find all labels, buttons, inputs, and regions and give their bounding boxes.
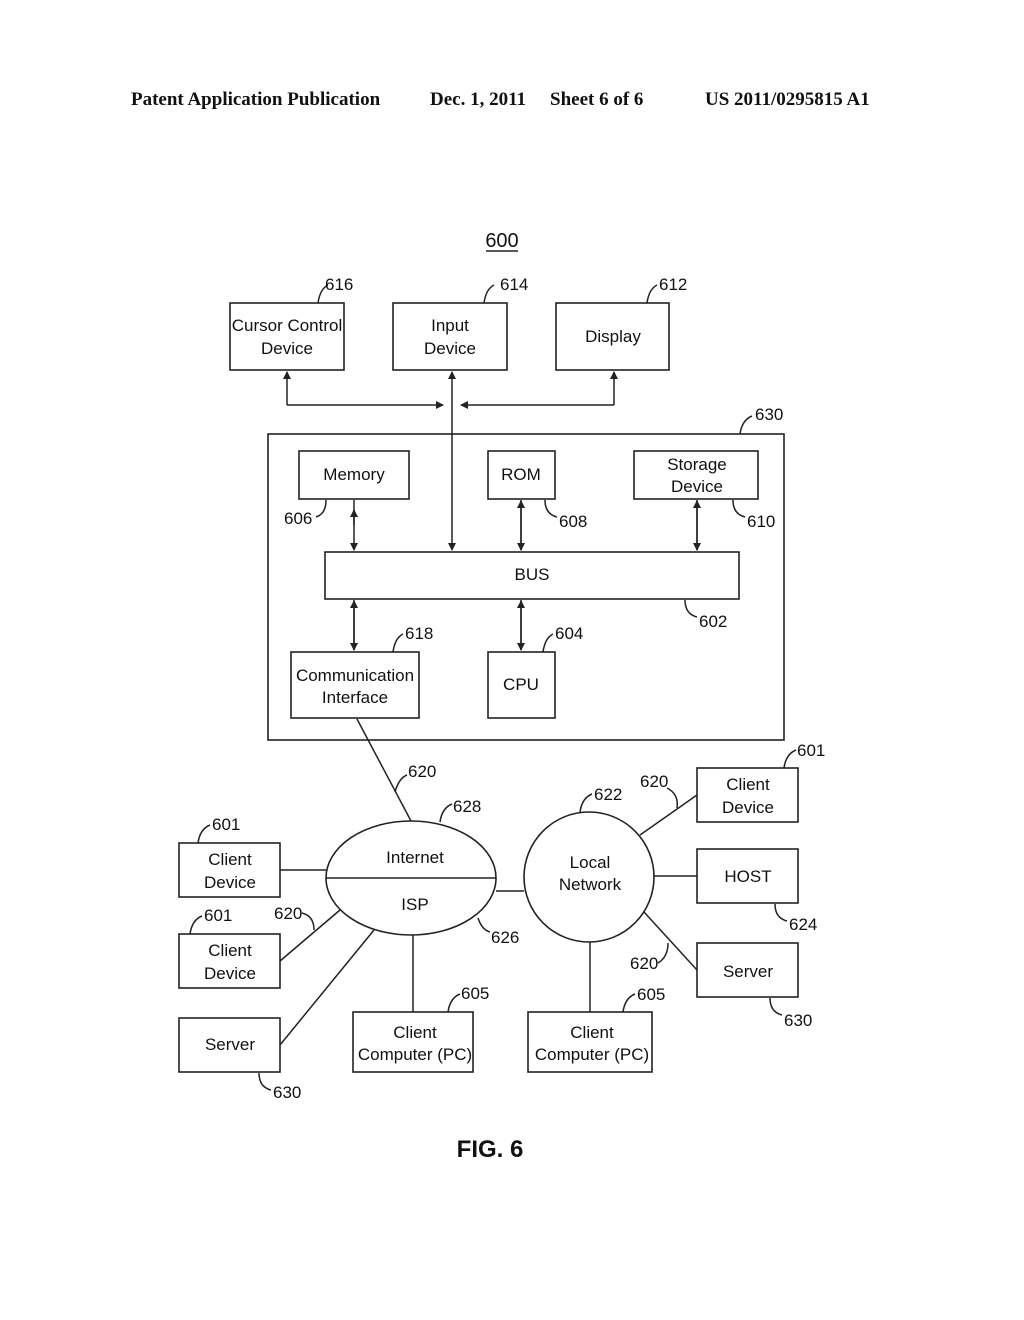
svg-text:Client: Client — [208, 941, 252, 960]
svg-text:Storage: Storage — [667, 455, 727, 474]
client-device-left-1: Client Device 601 — [178, 815, 327, 898]
svg-text:Device: Device — [204, 873, 256, 892]
svg-text:BUS: BUS — [515, 565, 550, 584]
bus: BUS 602 — [324, 551, 740, 631]
client-computer-left: Client Computer (PC) 605 — [352, 935, 489, 1073]
link-comm-internet — [356, 718, 412, 822]
storage-device: Storage Device 610 — [633, 450, 775, 531]
svg-text:630: 630 — [273, 1083, 301, 1102]
internet-isp-cloud: Internet ISP 628 626 — [325, 797, 519, 947]
svg-text:Client: Client — [726, 775, 770, 794]
svg-text:601: 601 — [797, 741, 825, 760]
ref-620-right-bottom: 620 — [630, 954, 658, 973]
svg-text:ISP: ISP — [401, 895, 428, 914]
svg-text:Server: Server — [723, 962, 773, 981]
client-device-left-2: Client Device 601 620 — [178, 904, 341, 989]
svg-text:Memory: Memory — [323, 465, 385, 484]
svg-text:Internet: Internet — [386, 848, 444, 867]
ref-610: 610 — [747, 512, 775, 531]
rom: ROM 608 — [487, 450, 587, 531]
ref-602: 602 — [699, 612, 727, 631]
svg-text:Input: Input — [431, 316, 469, 335]
svg-text:Display: Display — [585, 327, 641, 346]
svg-text:630: 630 — [784, 1011, 812, 1030]
svg-text:Device: Device — [722, 798, 774, 817]
svg-text:Local: Local — [570, 853, 611, 872]
ref-622: 622 — [594, 785, 622, 804]
svg-text:624: 624 — [789, 915, 817, 934]
ref-620: 620 — [408, 762, 436, 781]
memory: Memory 606 — [284, 450, 410, 528]
figure-6-diagram: 600 Cursor Control Device 616 Input Devi… — [178, 230, 825, 1163]
client-device-right: Client Device 601 620 — [639, 741, 825, 836]
svg-text:605: 605 — [461, 984, 489, 1003]
svg-text:Device: Device — [671, 477, 723, 496]
svg-text:HOST: HOST — [724, 867, 771, 886]
svg-text:Device: Device — [204, 964, 256, 983]
ref-614: 614 — [500, 275, 528, 294]
figure-ref: 600 — [485, 230, 518, 252]
svg-text:Device: Device — [261, 339, 313, 358]
ref-618: 618 — [405, 624, 433, 643]
svg-text:Interface: Interface — [322, 688, 388, 707]
svg-text:Cursor Control: Cursor Control — [232, 316, 343, 335]
communication-interface: Communication Interface 618 — [290, 624, 433, 719]
svg-text:Client: Client — [570, 1023, 614, 1042]
ref-608: 608 — [559, 512, 587, 531]
svg-text:CPU: CPU — [503, 675, 539, 694]
svg-text:Computer (PC): Computer (PC) — [358, 1045, 472, 1064]
svg-text:Device: Device — [424, 339, 476, 358]
input-device: Input Device 614 — [392, 275, 528, 371]
display: Display 612 — [555, 275, 687, 371]
ref-616: 616 — [325, 275, 353, 294]
svg-text:601: 601 — [212, 815, 240, 834]
svg-text:605: 605 — [637, 985, 665, 1004]
svg-text:Communication: Communication — [296, 666, 414, 685]
ref-630: 630 — [755, 405, 783, 424]
ref-626: 626 — [491, 928, 519, 947]
local-network: Local Network 622 — [523, 785, 655, 943]
ref-612: 612 — [659, 275, 687, 294]
ref-628: 628 — [453, 797, 481, 816]
svg-text:601: 601 — [204, 906, 232, 925]
ref-620-left: 620 — [274, 904, 302, 923]
host: HOST 624 — [654, 848, 817, 934]
svg-text:Computer (PC): Computer (PC) — [535, 1045, 649, 1064]
svg-text:Client: Client — [393, 1023, 437, 1042]
ref-606: 606 — [284, 509, 312, 528]
svg-text:ROM: ROM — [501, 465, 541, 484]
server-right: Server 630 620 — [630, 911, 812, 1030]
svg-text:Client: Client — [208, 850, 252, 869]
svg-text:Network: Network — [559, 875, 622, 894]
ref-604: 604 — [555, 624, 583, 643]
figure-caption: FIG. 6 — [457, 1136, 524, 1163]
ref-620-right-top: 620 — [640, 772, 668, 791]
cursor-control-device: Cursor Control Device 616 — [229, 275, 353, 371]
svg-text:Server: Server — [205, 1035, 255, 1054]
cpu: CPU 604 — [487, 624, 583, 719]
